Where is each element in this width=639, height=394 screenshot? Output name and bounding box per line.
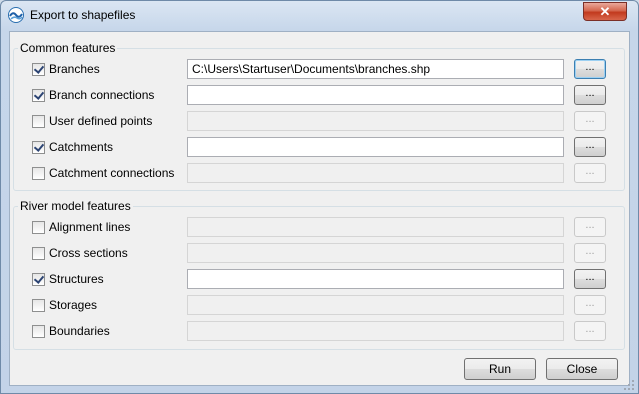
storages-path-field[interactable] bbox=[187, 295, 564, 315]
row-cross-sections: Cross sections ... bbox=[14, 241, 624, 267]
window-title: Export to shapefiles bbox=[30, 8, 136, 22]
user-defined-points-browse-button[interactable]: ... bbox=[574, 111, 606, 131]
branch-connections-path-field[interactable] bbox=[187, 85, 564, 105]
catchment-connections-path-field[interactable] bbox=[187, 163, 564, 183]
export-dialog: Export to shapefiles ✕ Common features B… bbox=[0, 0, 639, 394]
river-model-features-label: River model features bbox=[18, 199, 133, 213]
structures-checkbox[interactable] bbox=[32, 273, 45, 286]
boundaries-path-field[interactable] bbox=[187, 321, 564, 341]
alignment-lines-label: Alignment lines bbox=[49, 220, 131, 234]
boundaries-checkbox[interactable] bbox=[32, 325, 45, 338]
catchment-connections-label: Catchment connections bbox=[49, 166, 175, 180]
storages-checkbox[interactable] bbox=[32, 299, 45, 312]
catchment-connections-checkbox[interactable] bbox=[32, 167, 45, 180]
row-structures: Structures ... bbox=[14, 267, 624, 293]
cross-sections-browse-button[interactable]: ... bbox=[574, 243, 606, 263]
row-catchment-connections: Catchment connections ... bbox=[14, 161, 624, 187]
row-storages: Storages ... bbox=[14, 293, 624, 319]
row-alignment-lines: Alignment lines ... bbox=[14, 215, 624, 241]
boundaries-browse-button[interactable]: ... bbox=[574, 321, 606, 341]
branch-connections-checkbox[interactable] bbox=[32, 89, 45, 102]
row-catchments: Catchments ... bbox=[14, 135, 624, 161]
row-branch-connections: Branch connections ... bbox=[14, 83, 624, 109]
close-button[interactable]: Close bbox=[546, 358, 618, 380]
structures-label: Structures bbox=[49, 272, 104, 286]
row-boundaries: Boundaries ... bbox=[14, 319, 624, 345]
user-defined-points-label: User defined points bbox=[49, 114, 153, 128]
window-close-button[interactable]: ✕ bbox=[583, 2, 627, 21]
close-icon: ✕ bbox=[599, 4, 611, 19]
user-defined-points-path-field[interactable] bbox=[187, 111, 564, 131]
title-bar: Export to shapefiles ✕ bbox=[1, 1, 638, 29]
branches-browse-button[interactable]: ... bbox=[574, 59, 606, 79]
branches-label: Branches bbox=[49, 62, 100, 76]
river-model-features-group: River model features Alignment lines ...… bbox=[13, 199, 625, 350]
common-features-label: Common features bbox=[18, 41, 118, 55]
cross-sections-checkbox[interactable] bbox=[32, 247, 45, 260]
structures-path-field[interactable] bbox=[187, 269, 564, 289]
branches-checkbox[interactable] bbox=[32, 63, 45, 76]
run-button[interactable]: Run bbox=[464, 358, 536, 380]
common-features-group: Common features Branches C:\Users\Startu… bbox=[13, 41, 625, 191]
branches-path-field[interactable]: C:\Users\Startuser\Documents\branches.sh… bbox=[187, 59, 564, 79]
cross-sections-path-field[interactable] bbox=[187, 243, 564, 263]
catchments-label: Catchments bbox=[49, 140, 114, 154]
branch-connections-browse-button[interactable]: ... bbox=[574, 85, 606, 105]
app-logo-icon bbox=[8, 7, 24, 23]
row-branches: Branches C:\Users\Startuser\Documents\br… bbox=[14, 57, 624, 83]
catchments-path-field[interactable] bbox=[187, 137, 564, 157]
catchment-connections-browse-button[interactable]: ... bbox=[574, 163, 606, 183]
structures-browse-button[interactable]: ... bbox=[574, 269, 606, 289]
alignment-lines-checkbox[interactable] bbox=[32, 221, 45, 234]
branch-connections-label: Branch connections bbox=[49, 88, 155, 102]
storages-browse-button[interactable]: ... bbox=[574, 295, 606, 315]
row-user-defined-points: User defined points ... bbox=[14, 109, 624, 135]
cross-sections-label: Cross sections bbox=[49, 246, 128, 260]
storages-label: Storages bbox=[49, 298, 98, 312]
catchments-browse-button[interactable]: ... bbox=[574, 137, 606, 157]
resize-grip-icon[interactable] bbox=[623, 379, 635, 391]
alignment-lines-browse-button[interactable]: ... bbox=[574, 217, 606, 237]
user-defined-points-checkbox[interactable] bbox=[32, 115, 45, 128]
catchments-checkbox[interactable] bbox=[32, 141, 45, 154]
boundaries-label: Boundaries bbox=[49, 324, 110, 338]
alignment-lines-path-field[interactable] bbox=[187, 217, 564, 237]
